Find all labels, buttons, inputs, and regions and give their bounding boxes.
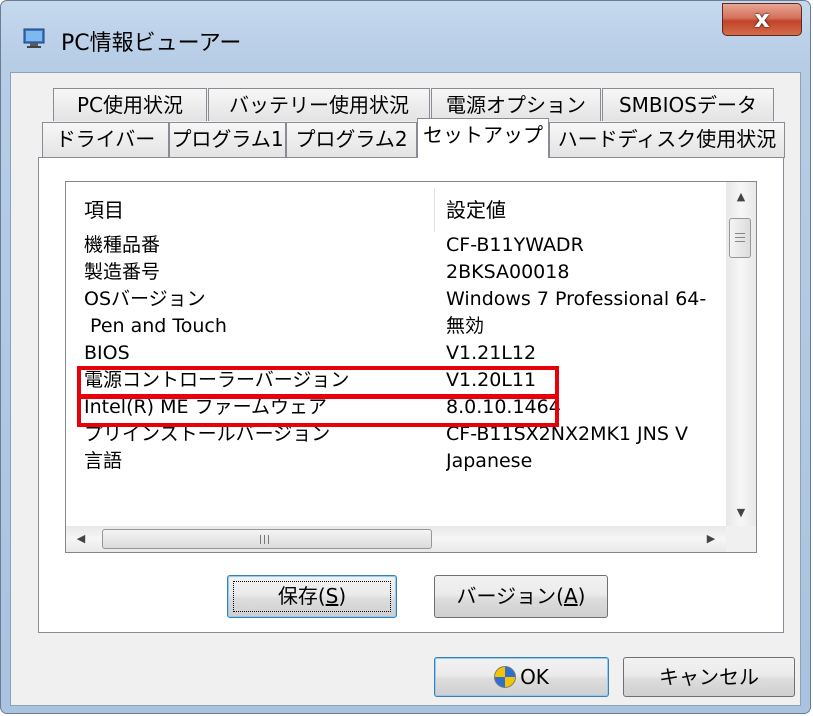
uac-shield-icon <box>494 665 517 688</box>
row-value: 無効 <box>446 315 485 337</box>
row-item: OSバージョン <box>84 288 206 310</box>
scroll-up-button[interactable]: ▲ <box>726 182 756 210</box>
tab-setup[interactable]: セットアップ <box>417 118 549 158</box>
horizontal-scrollbar[interactable]: ◀ ▶ <box>66 526 726 552</box>
tab-program-2[interactable]: プログラム2 <box>286 122 417 158</box>
row-value: V1.21L12 <box>446 342 537 364</box>
app-window: PC情報ビューアー x PC使用状況 バッテリー使用状況 電源オプション SMB… <box>0 0 811 714</box>
scroll-left-button[interactable]: ◀ <box>66 526 96 552</box>
highlight-box-bios <box>77 366 559 398</box>
vertical-scroll-thumb[interactable] <box>729 218 751 258</box>
row-item: Pen and Touch <box>84 315 227 337</box>
highlight-box-power-controller <box>77 395 559 427</box>
triangle-down-icon: ▼ <box>736 506 746 519</box>
tab-driver[interactable]: ドライバー <box>42 122 169 158</box>
column-header-item[interactable]: 項目 <box>66 182 434 232</box>
vertical-scrollbar[interactable]: ▲ ▼ <box>726 182 756 526</box>
version-button[interactable]: バージョン(A) <box>434 575 608 618</box>
grip-line <box>735 237 745 238</box>
list-row[interactable]: Pen and Touch 無効 <box>66 313 726 340</box>
horizontal-scroll-thumb[interactable] <box>102 529 432 549</box>
list-row[interactable]: 言語 Japanese <box>66 448 726 475</box>
row-item: 言語 <box>84 450 123 472</box>
triangle-up-icon: ▲ <box>736 190 746 203</box>
list-row[interactable]: 製造番号 2BKSA00018 <box>66 259 726 286</box>
tab-hdd-usage[interactable]: ハードディスク使用状況 <box>549 122 785 158</box>
row-item: BIOS <box>84 342 130 364</box>
row-item: 製造番号 <box>84 261 161 283</box>
save-button[interactable]: 保存(S) <box>227 575 397 618</box>
title-bar[interactable]: PC情報ビューアー x <box>1 1 810 73</box>
column-header-value[interactable]: 設定値 <box>428 182 726 232</box>
monitor-icon <box>23 28 45 48</box>
triangle-left-icon: ◀ <box>76 532 86 545</box>
version-label: バージョン( <box>456 584 564 608</box>
grip-line <box>264 535 265 544</box>
row-value: Japanese <box>446 450 533 472</box>
tab-pc-usage[interactable]: PC使用状況 <box>53 88 207 121</box>
row-value: 2BKSA00018 <box>446 261 570 283</box>
tab-power-options[interactable]: 電源オプション <box>431 88 601 121</box>
grip-line <box>735 233 745 234</box>
tab-smbios-data[interactable]: SMBIOSデータ <box>602 88 774 121</box>
ok-label: OK <box>520 665 549 689</box>
grip-line <box>260 535 261 544</box>
grip-line <box>268 535 269 544</box>
cancel-label: キャンセル <box>659 665 759 689</box>
scroll-right-button[interactable]: ▶ <box>696 526 726 552</box>
list-row[interactable]: BIOS V1.21L12 <box>66 340 726 367</box>
close-button[interactable]: x <box>722 3 802 36</box>
triangle-right-icon: ▶ <box>706 532 716 545</box>
version-access-key: A <box>563 584 578 608</box>
close-icon: x <box>754 5 770 33</box>
window-title: PC情報ビューアー <box>61 31 242 56</box>
tab-battery-usage[interactable]: バッテリー使用状況 <box>208 88 430 121</box>
scrollbar-corner <box>726 526 756 552</box>
focus-ring <box>233 581 391 612</box>
tab-program-1[interactable]: プログラム1 <box>169 122 286 158</box>
list-row[interactable]: 機種品番 CF-B11YWADR <box>66 232 726 259</box>
row-item: 機種品番 <box>84 234 161 256</box>
row-value: Windows 7 Professional 64- <box>446 288 707 310</box>
scroll-down-button[interactable]: ▼ <box>726 498 756 526</box>
list-row[interactable]: OSバージョン Windows 7 Professional 64- <box>66 286 726 313</box>
ok-button[interactable]: OK <box>434 657 609 697</box>
version-label-end: ) <box>577 584 586 608</box>
list-header: 項目 設定値 <box>66 182 726 232</box>
grip-line <box>735 241 745 242</box>
row-value: CF-B11YWADR <box>446 234 584 256</box>
cancel-button[interactable]: キャンセル <box>623 657 795 697</box>
